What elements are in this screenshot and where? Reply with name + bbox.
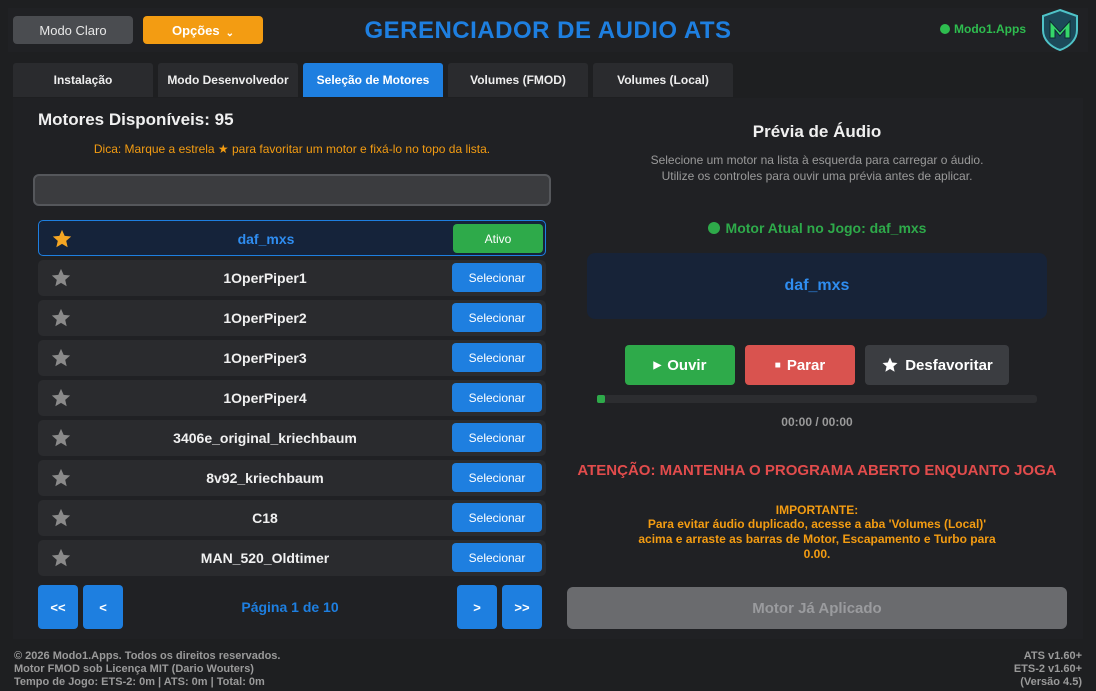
previous-page-button[interactable]: < [83,585,123,629]
ats-version: ATS v1.60+ [1023,650,1082,662]
brand-label: Modo1.Apps [940,22,1026,36]
favorite-star-icon[interactable] [50,427,72,449]
favorite-star-icon[interactable] [50,267,72,289]
ets-version: ETS-2 v1.60+ [1013,663,1082,675]
tab-volumes-fmod[interactable]: Volumes (FMOD) [448,63,588,97]
engine-row[interactable]: 1OperPiper2 Selecionar [38,300,546,336]
important-text: Para evitar áudio duplicado, acesse a ab… [638,517,996,561]
play-icon: ▶ [653,359,662,371]
unfavorite-button[interactable]: Desfavoritar [865,345,1009,385]
tab-installation[interactable]: Instalação [13,63,153,97]
available-engines-title: Motores Disponíveis: 95 [38,110,234,129]
engine-name: 1OperPiper4 [223,390,307,406]
select-engine-button[interactable]: Selecionar [452,263,542,292]
first-page-button[interactable]: << [38,585,78,629]
previous-page-label: < [99,599,107,615]
tab-label: Volumes (FMOD) [470,73,566,87]
preview-title: Prévia de Áudio [752,122,882,141]
tab-engine-selection[interactable]: Seleção de Motores [303,63,443,97]
tab-label: Instalação [53,73,113,87]
next-page-button[interactable]: > [457,585,497,629]
tab-label: Volumes (Local) [617,73,709,87]
engine-search-input[interactable] [33,174,551,206]
engine-name: C18 [252,510,278,526]
favorite-star-icon[interactable] [50,307,72,329]
current-engine-text: Motor Atual no Jogo: daf_mxs [725,220,927,236]
apply-engine-button[interactable]: Motor Já Aplicado [567,587,1067,629]
engine-name: 8v92_kriechbaum [206,470,324,486]
unfavorite-label: Desfavoritar [905,356,993,374]
favorite-tip: Dica: Marque a estrela ★ para favoritar … [93,142,491,156]
audio-time: 00:00 / 00:00 [781,415,853,429]
selected-engine-name: daf_mxs [784,277,850,294]
last-page-label: >> [514,599,530,615]
engine-row[interactable]: 1OperPiper1 Selecionar [38,260,546,296]
engine-name: MAN_520_Oldtimer [200,550,330,566]
engine-name: 3406e_original_kriechbaum [173,430,357,446]
select-engine-button[interactable]: Selecionar [452,463,542,492]
select-engine-button[interactable]: Selecionar [452,303,542,332]
favorite-star-icon[interactable] [50,547,72,569]
next-page-label: > [473,599,481,615]
keep-open-warning: ATENÇÃO: MANTENHA O PROGRAMA ABERTO ENQU… [577,462,1057,479]
engine-row[interactable]: 1OperPiper3 Selecionar [38,340,546,376]
tab-volumes-local[interactable]: Volumes (Local) [593,63,733,97]
stop-label: Parar [786,356,826,374]
favorite-star-icon[interactable] [50,347,72,369]
page-indicator: Página 1 de 10 [241,599,339,615]
app-title: GERENCIADOR DE AUDIO ATS [364,17,732,44]
engine-row[interactable]: MAN_520_Oldtimer Selecionar [38,540,546,576]
play-button[interactable]: ▶ Ouvir [625,345,735,385]
favorite-star-icon[interactable] [50,507,72,529]
select-engine-button[interactable]: Selecionar [452,423,542,452]
brand-text: Modo1.Apps [954,22,1026,36]
current-engine-status: Motor Atual no Jogo: daf_mxs [566,220,1068,236]
active-engine-button[interactable]: Ativo [453,224,543,253]
select-engine-button[interactable]: Selecionar [452,383,542,412]
engine-name: daf_mxs [237,231,295,247]
status-dot-icon [707,222,720,234]
app-version: (Versão 4.5) [1020,676,1082,688]
stop-icon: ■ [774,359,781,371]
engine-row[interactable]: 8v92_kriechbaum Selecionar [38,460,546,496]
tab-developer-mode[interactable]: Modo Desenvolvedor [158,63,298,97]
apply-engine-label: Motor Já Aplicado [752,599,882,617]
audio-progress-fill [597,395,605,403]
engine-row[interactable]: 1OperPiper4 Selecionar [38,380,546,416]
engine-name: 1OperPiper1 [223,270,307,286]
favorite-star-icon[interactable] [51,228,73,250]
engine-name: 1OperPiper2 [223,310,307,326]
engine-row[interactable]: 3406e_original_kriechbaum Selecionar [38,420,546,456]
engine-row[interactable]: C18 Selecionar [38,500,546,536]
selected-engine-display: daf_mxs [587,253,1047,319]
license-text: Motor FMOD sob Licença MIT (Dario Wouter… [14,663,254,675]
last-page-button[interactable]: >> [502,585,542,629]
important-title: IMPORTANTE: [775,503,859,517]
star-icon [882,357,898,372]
shield-m-logo-icon [1042,8,1078,52]
play-label: Ouvir [667,356,707,374]
engine-row[interactable]: daf_mxs Ativo [38,220,546,256]
tab-label: Modo Desenvolvedor [167,73,289,87]
audio-progress-bar[interactable] [597,395,1037,403]
status-dot-icon [940,24,950,34]
tab-label: Seleção de Motores [316,73,430,87]
footer-versions: ATS v1.60+ ETS-2 v1.60+ (Versão 4.5) [1014,650,1082,689]
select-engine-button[interactable]: Selecionar [452,543,542,572]
preview-description: Selecione um motor na lista à esquerda p… [650,153,984,183]
select-engine-button[interactable]: Selecionar [452,503,542,532]
footer-info: © 2026 Modo1.Apps. Todos os direitos res… [14,650,280,689]
first-page-label: << [50,599,66,615]
engine-name: 1OperPiper3 [223,350,307,366]
favorite-star-icon[interactable] [50,387,72,409]
copyright-text: © 2026 Modo1.Apps. Todos os direitos res… [14,650,281,662]
select-engine-button[interactable]: Selecionar [452,343,542,372]
stop-button[interactable]: ■ Parar [745,345,855,385]
playtime-text: Tempo de Jogo: ETS-2: 0m | ATS: 0m | Tot… [14,676,265,688]
favorite-star-icon[interactable] [50,467,72,489]
